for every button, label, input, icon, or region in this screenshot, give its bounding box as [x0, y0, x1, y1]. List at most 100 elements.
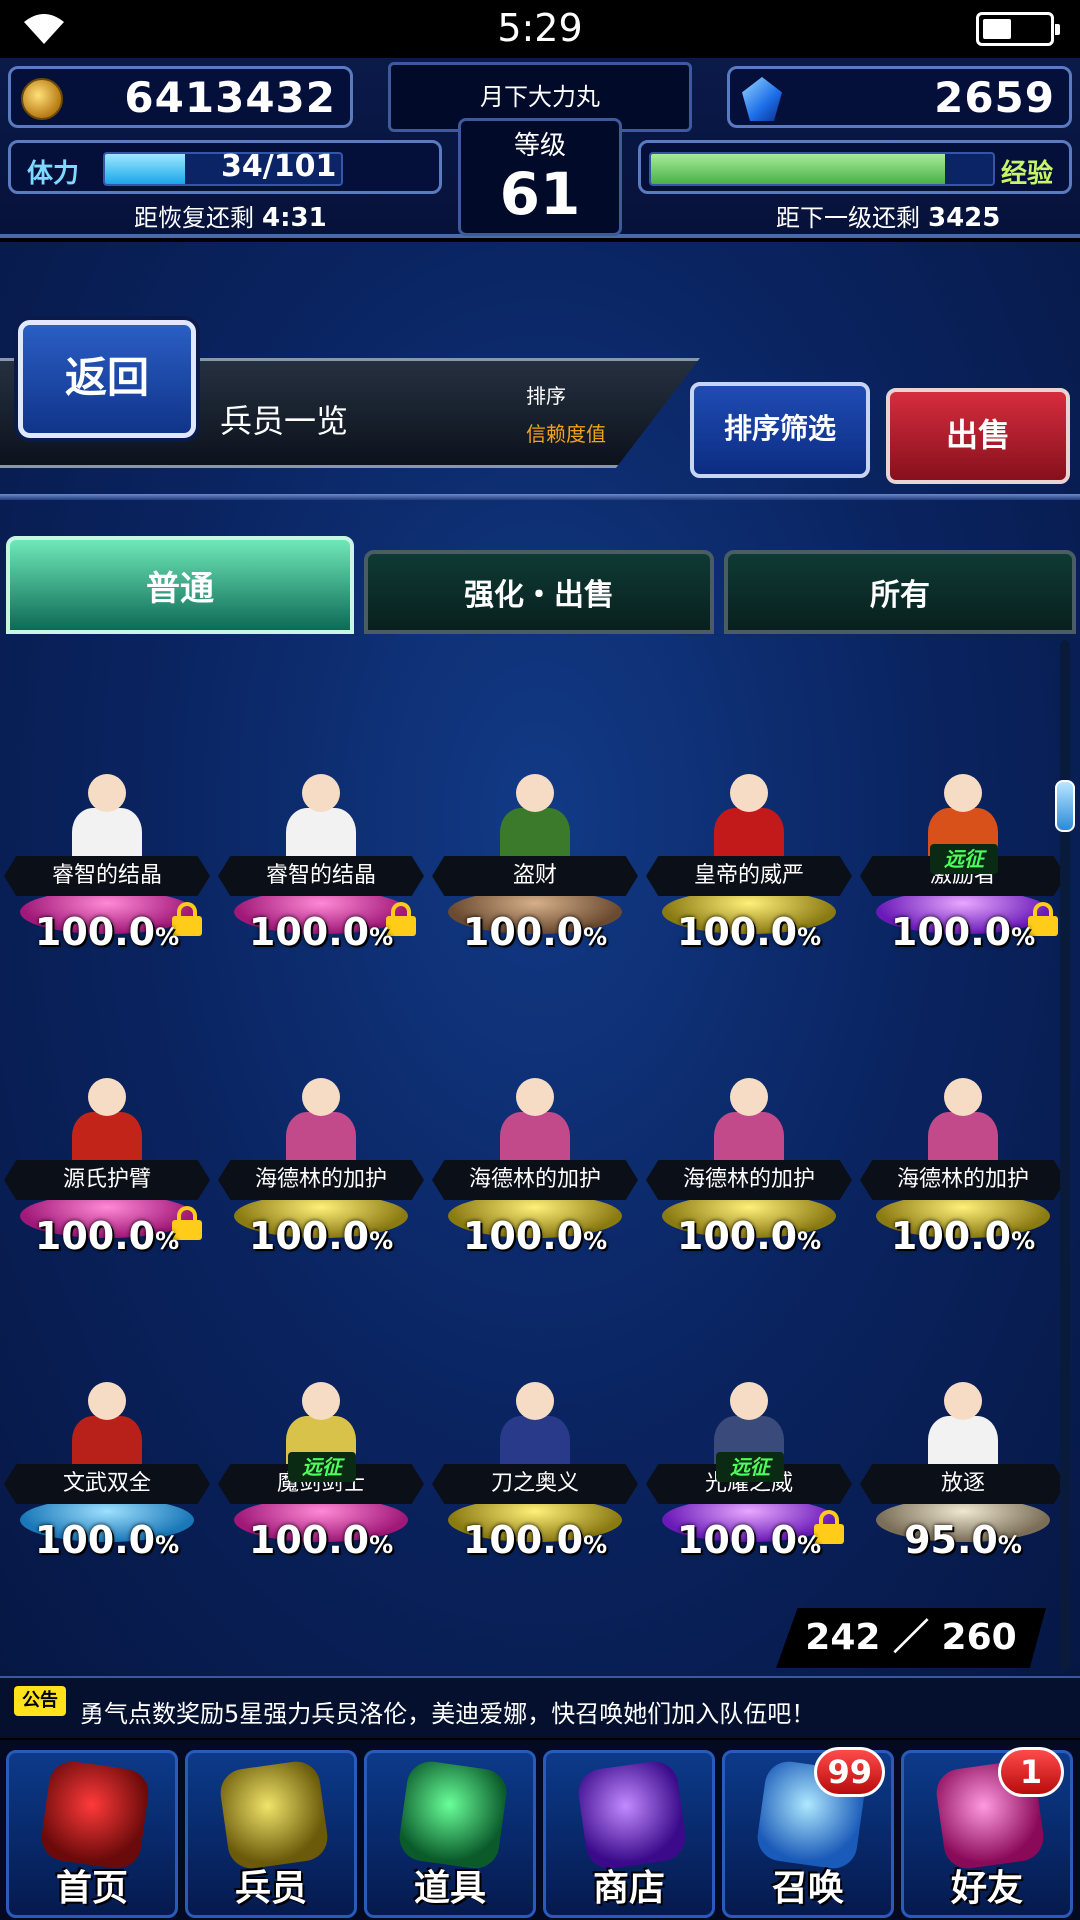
expedition-badge: 远征 [288, 1452, 356, 1482]
unit-card-partial[interactable]: 100.0% [214, 634, 428, 686]
unit-card-partial[interactable]: 100.0% [642, 634, 856, 686]
percent-sign: % [369, 634, 393, 637]
stamina-value: 34/101 [221, 149, 337, 184]
nav-item[interactable]: 首页 [6, 1750, 178, 1918]
announcement-text: 勇气点数奖励5星强力兵员洛伦，美迪爱娜，快召唤她们加入队伍吧！ [80, 1700, 816, 1728]
trust-percent-value: 100.0 [35, 634, 155, 640]
nav-item[interactable]: 商店 [543, 1750, 715, 1918]
unit-count-separator: ／ [892, 1617, 929, 1658]
tab-all[interactable]: 所有 [724, 550, 1076, 634]
unit-sprite-head [944, 1382, 982, 1420]
trust-percent: 100.0% [642, 634, 856, 640]
announcement-bar[interactable]: 公告 勇气点数奖励5星强力兵员洛伦，美迪爱娜，快召唤她们加入队伍吧！ [0, 1676, 1080, 1738]
expedition-badge: 远征 [930, 844, 998, 874]
unit-card[interactable]: 源氏护臂 100.0% [0, 1068, 214, 1368]
trust-percent-value: 100.0 [677, 634, 797, 640]
percent-sign: % [797, 634, 821, 637]
unit-card-partial[interactable]: 100.0% [428, 634, 642, 686]
exp-bar [649, 152, 995, 186]
trust-percent: 100.0% [214, 910, 428, 954]
percent-sign: % [155, 1531, 180, 1559]
unit-card[interactable]: 睿智的结晶 100.0% [214, 764, 428, 1064]
unit-sprite-head [302, 1382, 340, 1420]
tab-normal[interactable]: 普通 [6, 536, 354, 634]
sort-label: 排序 [526, 384, 566, 408]
trust-percent-value: 100.0 [891, 634, 1011, 640]
percent-sign: % [369, 923, 394, 951]
page-title: 兵员一览 [220, 402, 349, 440]
battery-icon [976, 12, 1060, 46]
gil-coin-icon [21, 78, 63, 120]
unit-sprite-head [516, 1078, 554, 1116]
exp-bar-fill [651, 154, 946, 184]
unit-card[interactable]: 海德林的加护 100.0% [214, 1068, 428, 1368]
unit-card[interactable]: 皇帝的威严 100.0% [642, 764, 856, 1064]
unit-grid: 100.0%100.0%100.0%100.0%100.0%睿智的结晶100.0… [0, 634, 1060, 1676]
recover-time: 4:31 [262, 203, 327, 233]
trust-percent-value: 95.0 [904, 1518, 998, 1562]
unit-sprite-head [88, 1078, 126, 1116]
shop-icon [575, 1758, 689, 1872]
tab-enhance-sell[interactable]: 强化・出售 [364, 550, 714, 634]
gem-display[interactable]: 2659 [727, 66, 1072, 128]
unit-card[interactable]: 海德林的加护 100.0% [428, 1068, 642, 1368]
nav-label: 好友 [950, 1868, 1023, 1909]
percent-sign: % [1011, 923, 1036, 951]
unit-card[interactable]: 海德林的加护 100.0% [642, 1068, 856, 1368]
scrollbar-thumb[interactable] [1055, 780, 1075, 832]
trust-percent: 100.0% [0, 1214, 214, 1258]
unit-card[interactable]: 海德林的加护 100.0% [856, 1068, 1060, 1368]
trust-percent: 100.0% [214, 634, 428, 640]
trust-percent-value: 100.0 [890, 910, 1012, 954]
expedition-badge: 远征 [716, 1452, 784, 1482]
lapis-gem-icon [742, 77, 782, 121]
trust-percent-value: 100.0 [462, 910, 584, 954]
next-level-info: 距下一级还剩 3425 [776, 198, 1000, 233]
trust-percent: 100.0% [214, 1214, 428, 1258]
level-value: 61 [499, 160, 581, 228]
trust-percent: 100.0% [428, 910, 642, 954]
percent-sign: % [1011, 634, 1035, 637]
unit-card[interactable]: 激励者 远征 100.0% [856, 764, 1060, 1064]
player-name: 月下大力丸 [480, 83, 600, 111]
nav-item[interactable]: 好友 1 [901, 1747, 1073, 1918]
unit-card-partial[interactable]: 100.0% [0, 634, 214, 686]
trust-percent-value: 100.0 [890, 1214, 1012, 1258]
back-button[interactable]: 返回 [18, 320, 196, 438]
unit-card-partial[interactable]: 100.0% [856, 634, 1060, 686]
unit-card[interactable]: 文武双全 100.0% [0, 1372, 214, 1672]
nav-label: 道具 [413, 1868, 486, 1909]
unit-card[interactable]: 盗财 100.0% [428, 764, 642, 1064]
unit-card[interactable]: 魔剑剑士 远征 100.0% [214, 1372, 428, 1672]
nav-label: 召唤 [771, 1868, 844, 1909]
unit-count-current: 242 [805, 1617, 881, 1658]
unit-card[interactable]: 刀之奥义 100.0% [428, 1372, 642, 1672]
player-hud: 6413432 2659 月下大力丸 等级 61 体力 34/101 距恢复还剩… [0, 58, 1080, 238]
sort-value: 信赖度值 [526, 422, 606, 446]
percent-sign: % [583, 634, 607, 637]
trust-percent-value: 100.0 [249, 634, 369, 640]
percent-sign: % [155, 1227, 180, 1255]
unit-card[interactable]: 睿智的结晶 100.0% [0, 764, 214, 1064]
percent-sign: % [583, 1531, 608, 1559]
next-level-value: 3425 [928, 203, 1001, 233]
announcement-tag: 公告 [14, 1686, 66, 1716]
nav-item[interactable]: 兵员 [185, 1750, 357, 1918]
sort-filter-button[interactable]: 排序筛选 [690, 382, 870, 478]
bottom-nav: 首页 兵员 道具 商店 召唤 99 好友 1 [0, 1740, 1080, 1920]
nav-item[interactable]: 道具 [364, 1750, 536, 1918]
unit-name: 刀之奥义 [432, 1464, 638, 1504]
unit-sprite-head [88, 774, 126, 812]
recover-timer: 距恢复还剩 4:31 [134, 198, 327, 233]
nav-item[interactable]: 召唤 99 [722, 1747, 894, 1918]
sell-button[interactable]: 出售 [886, 388, 1070, 484]
unit-name: 文武双全 [4, 1464, 210, 1504]
recover-label: 距恢复还剩 [134, 204, 254, 232]
unit-sprite-head [730, 1382, 768, 1420]
stamina-display[interactable]: 体力 34/101 [8, 140, 442, 194]
potion-icon [396, 1758, 510, 1872]
unit-name: 皇帝的威严 [646, 856, 852, 896]
trust-percent-value: 100.0 [676, 1214, 798, 1258]
clock: 5:29 [497, 6, 583, 50]
unit-sprite-head [516, 1382, 554, 1420]
